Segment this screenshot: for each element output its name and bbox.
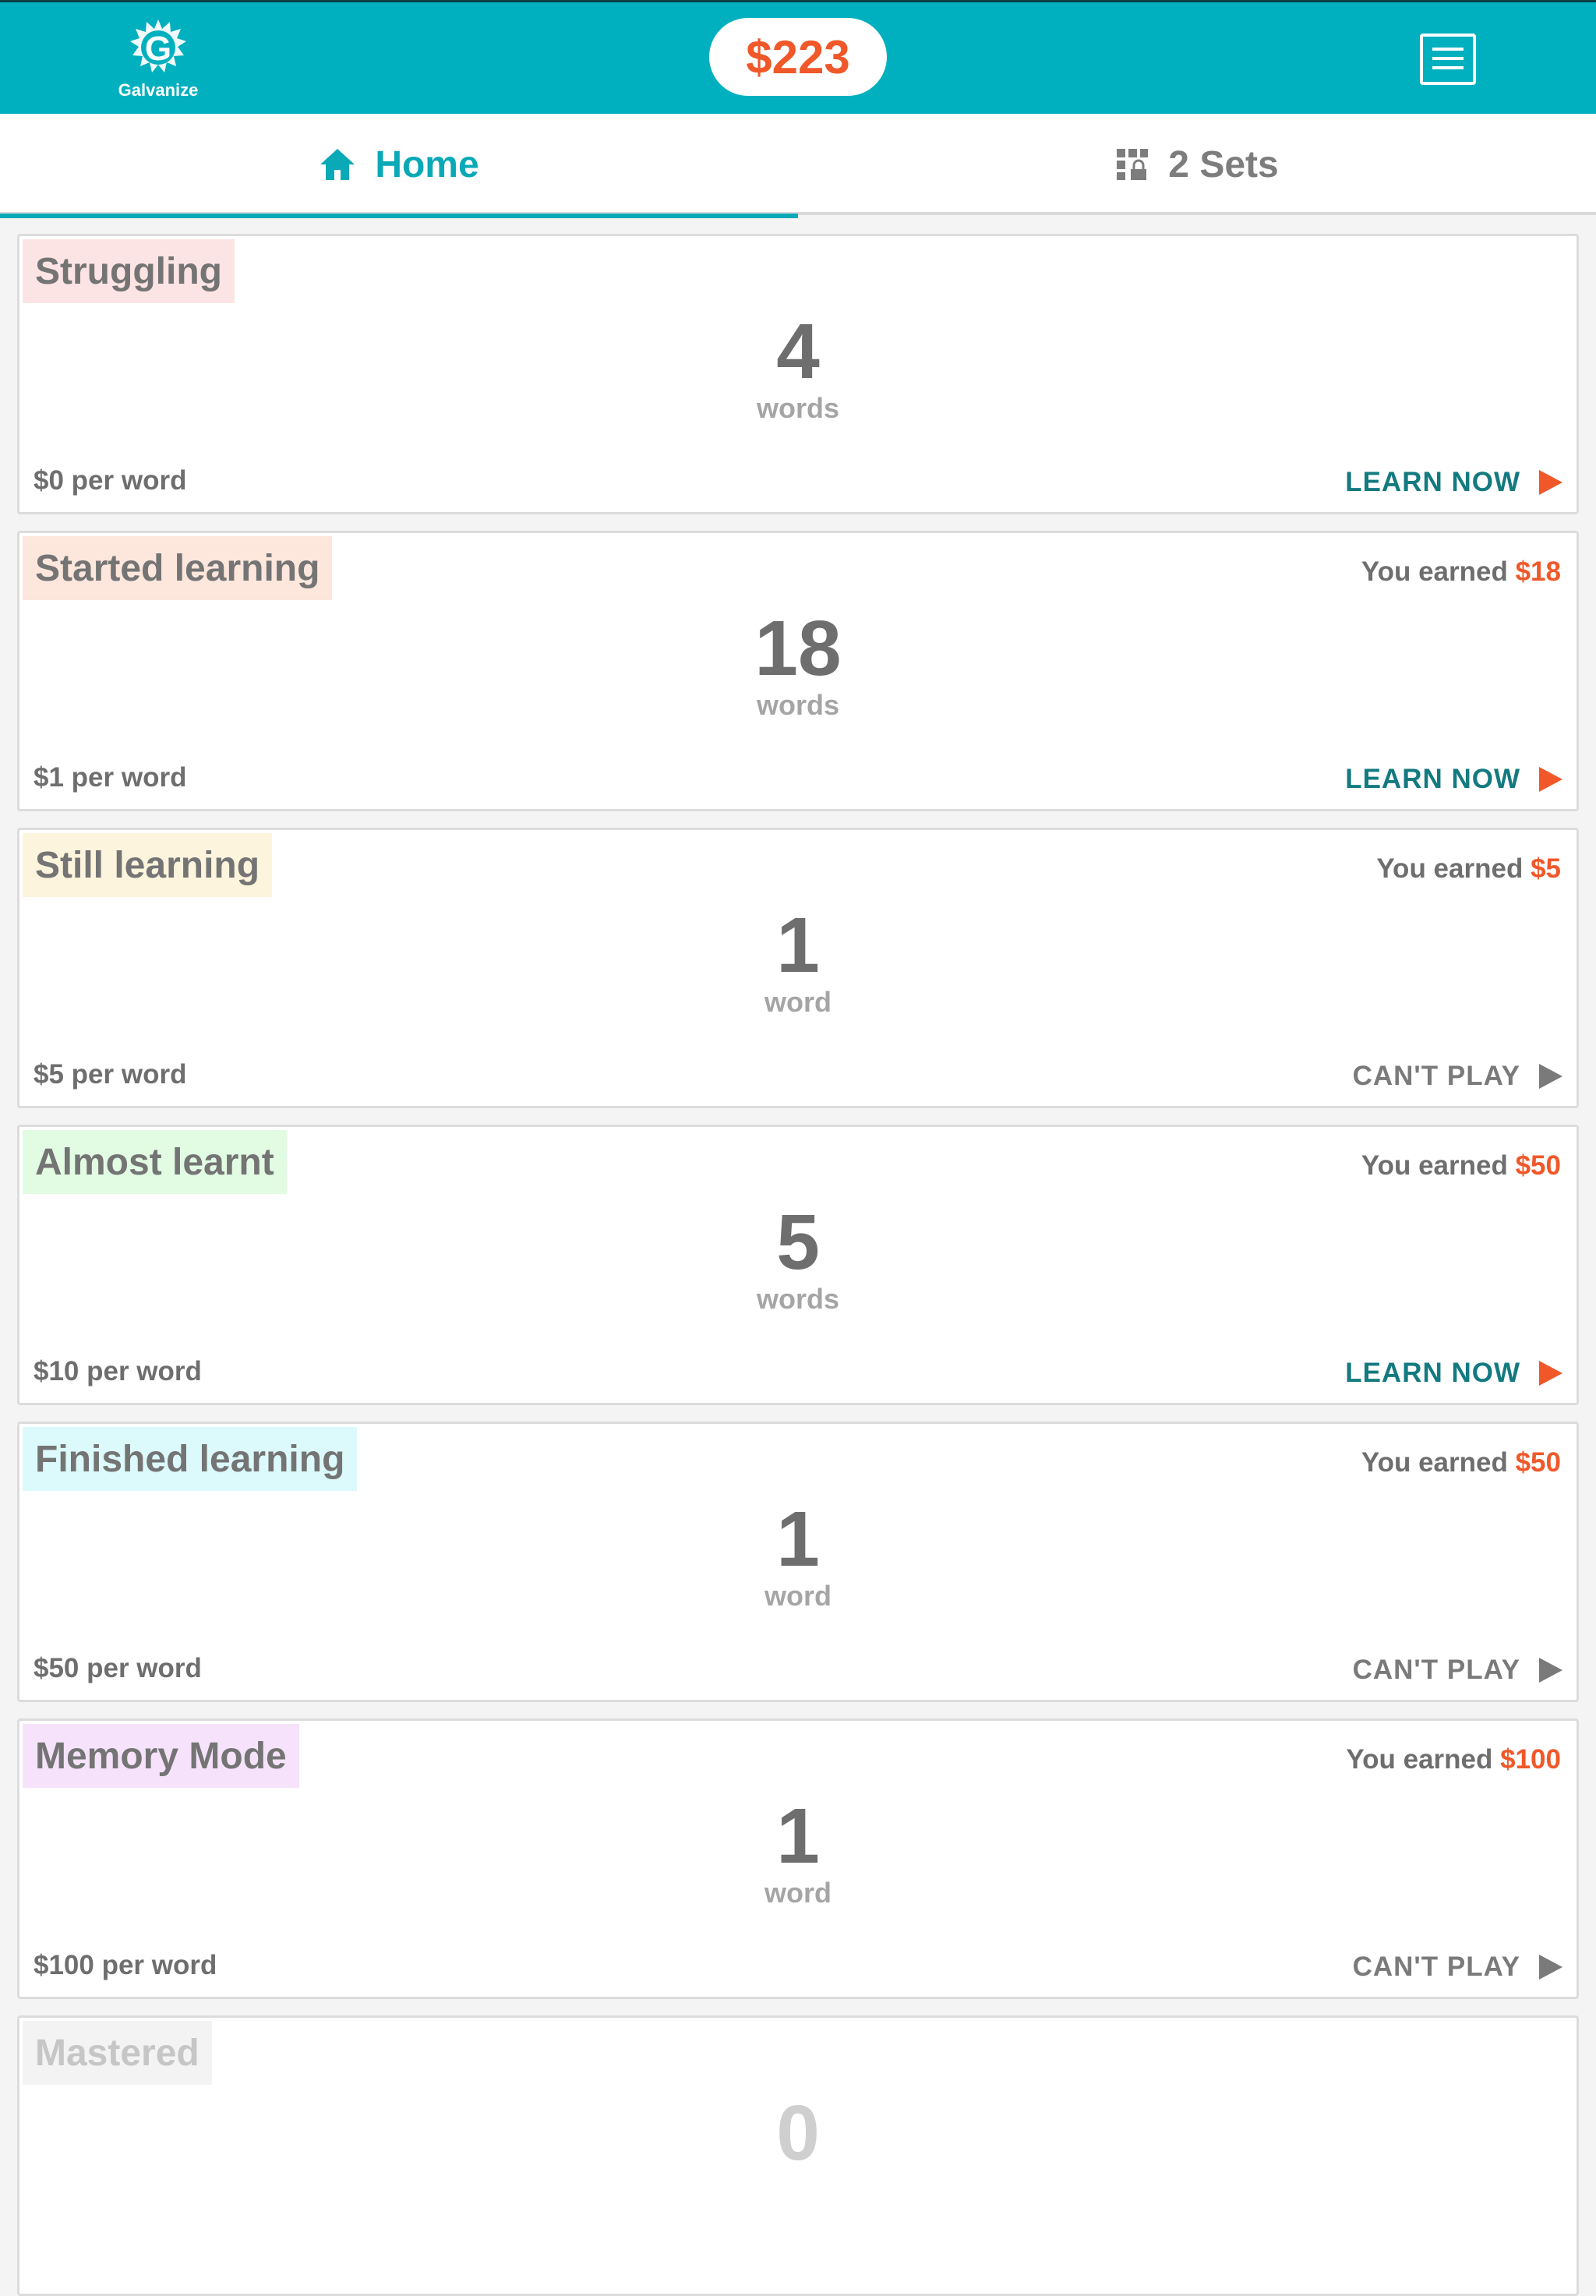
word-count: 0	[776, 2089, 820, 2177]
stage-card-still-learning[interactable]: Still learning You earned $5 1 word $5 p…	[17, 828, 1579, 1108]
earned-summary: You earned $50	[1361, 1150, 1561, 1182]
rate-per-word: $100 per word	[34, 1950, 217, 1980]
word-count: 4	[776, 308, 820, 395]
rate-per-word: $10 per word	[34, 1356, 202, 1386]
learn-now-button[interactable]: LEARN NOW	[1345, 1358, 1562, 1389]
galvanize-logo[interactable]: G Galvanize	[100, 18, 217, 104]
menu-button[interactable]	[1420, 34, 1476, 85]
stage-card-finished-learning[interactable]: Finished learning You earned $50 1 word …	[17, 1422, 1579, 1702]
earned-amount: $100	[1500, 1744, 1561, 1775]
stage-label: Still learning	[23, 833, 273, 897]
play-arrow-icon	[1539, 1658, 1562, 1683]
cant-play-button[interactable]: CAN'T PLAY	[1353, 1952, 1562, 1983]
menu-bar-icon	[1432, 66, 1464, 69]
action-label: LEARN NOW	[1345, 467, 1520, 497]
rate-per-word: $5 per word	[34, 1059, 187, 1090]
cant-play-button[interactable]: CAN'T PLAY	[1353, 1061, 1562, 1092]
word-count: 1	[776, 902, 820, 989]
word-count: 5	[776, 1199, 820, 1286]
home-icon	[319, 147, 356, 182]
earned-amount: $50	[1515, 1150, 1561, 1181]
tab-sets[interactable]: 2 Sets	[798, 114, 1596, 215]
play-arrow-icon	[1539, 767, 1562, 792]
play-arrow-icon	[1539, 1955, 1562, 1980]
earned-summary: You earned $18	[1361, 556, 1561, 588]
earned-text: You earned	[1361, 1150, 1508, 1181]
tab-sets-label: 2 Sets	[1168, 143, 1279, 185]
word-unit: words	[756, 392, 839, 424]
grid-lock-icon	[1115, 147, 1149, 182]
tab-home[interactable]: Home	[0, 114, 798, 218]
app-header: G Galvanize $223	[0, 0, 1596, 114]
earned-text: You earned	[1361, 556, 1508, 587]
sun-g-logo-icon: G	[130, 19, 186, 72]
logo-text: Galvanize	[118, 80, 199, 100]
action-label: LEARN NOW	[1345, 764, 1520, 794]
tab-home-label: Home	[375, 143, 479, 185]
menu-bar-icon	[1432, 48, 1464, 51]
action-label: LEARN NOW	[1345, 1358, 1520, 1388]
earned-text: You earned	[1376, 853, 1524, 884]
stage-label: Finished learning	[23, 1427, 358, 1491]
stage-card-memory-mode[interactable]: Memory Mode You earned $100 1 word $100 …	[17, 1718, 1579, 1999]
word-count: 1	[776, 1793, 820, 1880]
play-arrow-icon	[1539, 1361, 1562, 1386]
stage-card-struggling[interactable]: Struggling 4 words $0 per word LEARN NOW	[17, 234, 1579, 514]
word-count: 18	[754, 605, 842, 692]
earned-text: You earned	[1361, 1447, 1508, 1478]
action-label: CAN'T PLAY	[1352, 1655, 1520, 1685]
earned-text: You earned	[1346, 1744, 1493, 1775]
earned-amount: $18	[1515, 556, 1561, 587]
rate-per-word: $1 per word	[34, 762, 187, 793]
stage-label: Struggling	[23, 239, 235, 303]
earned-summary: You earned $100	[1346, 1744, 1561, 1775]
active-tab-indicator	[0, 214, 798, 218]
stage-label: Mastered	[23, 2021, 212, 2085]
word-unit: word	[764, 986, 832, 1018]
play-arrow-icon	[1539, 470, 1562, 495]
learn-now-button[interactable]: LEARN NOW	[1345, 764, 1562, 795]
earned-summary: You earned $50	[1361, 1447, 1561, 1478]
word-unit: word	[764, 1580, 832, 1612]
balance-badge: $223	[709, 18, 887, 96]
stage-label: Almost learnt	[23, 1130, 287, 1194]
rate-per-word: $0 per word	[34, 465, 187, 496]
word-unit: words	[756, 689, 839, 721]
word-unit: word	[764, 1877, 832, 1909]
stage-label: Started learning	[23, 536, 333, 600]
rate-per-word: $50 per word	[34, 1653, 202, 1683]
earned-summary: You earned $5	[1376, 853, 1561, 885]
play-arrow-icon	[1539, 1064, 1562, 1089]
action-label: CAN'T PLAY	[1352, 1061, 1520, 1091]
tab-bar: Home 2 Sets	[0, 114, 1596, 218]
earned-amount: $5	[1531, 853, 1561, 884]
stage-card-mastered[interactable]: Mastered 0	[17, 2015, 1579, 2296]
earned-amount: $50	[1515, 1447, 1561, 1478]
learn-now-button[interactable]: LEARN NOW	[1345, 467, 1562, 498]
cant-play-button[interactable]: CAN'T PLAY	[1353, 1655, 1562, 1686]
action-label: CAN'T PLAY	[1352, 1952, 1520, 1982]
stage-card-almost-learnt[interactable]: Almost learnt You earned $50 5 words $10…	[17, 1125, 1579, 1405]
word-unit: words	[756, 1283, 839, 1315]
stage-label: Memory Mode	[23, 1724, 299, 1788]
menu-bar-icon	[1432, 57, 1464, 60]
word-count: 1	[776, 1496, 820, 1583]
svg-text:G: G	[145, 30, 171, 68]
stage-card-started-learning[interactable]: Started learning You earned $18 18 words…	[17, 531, 1579, 811]
